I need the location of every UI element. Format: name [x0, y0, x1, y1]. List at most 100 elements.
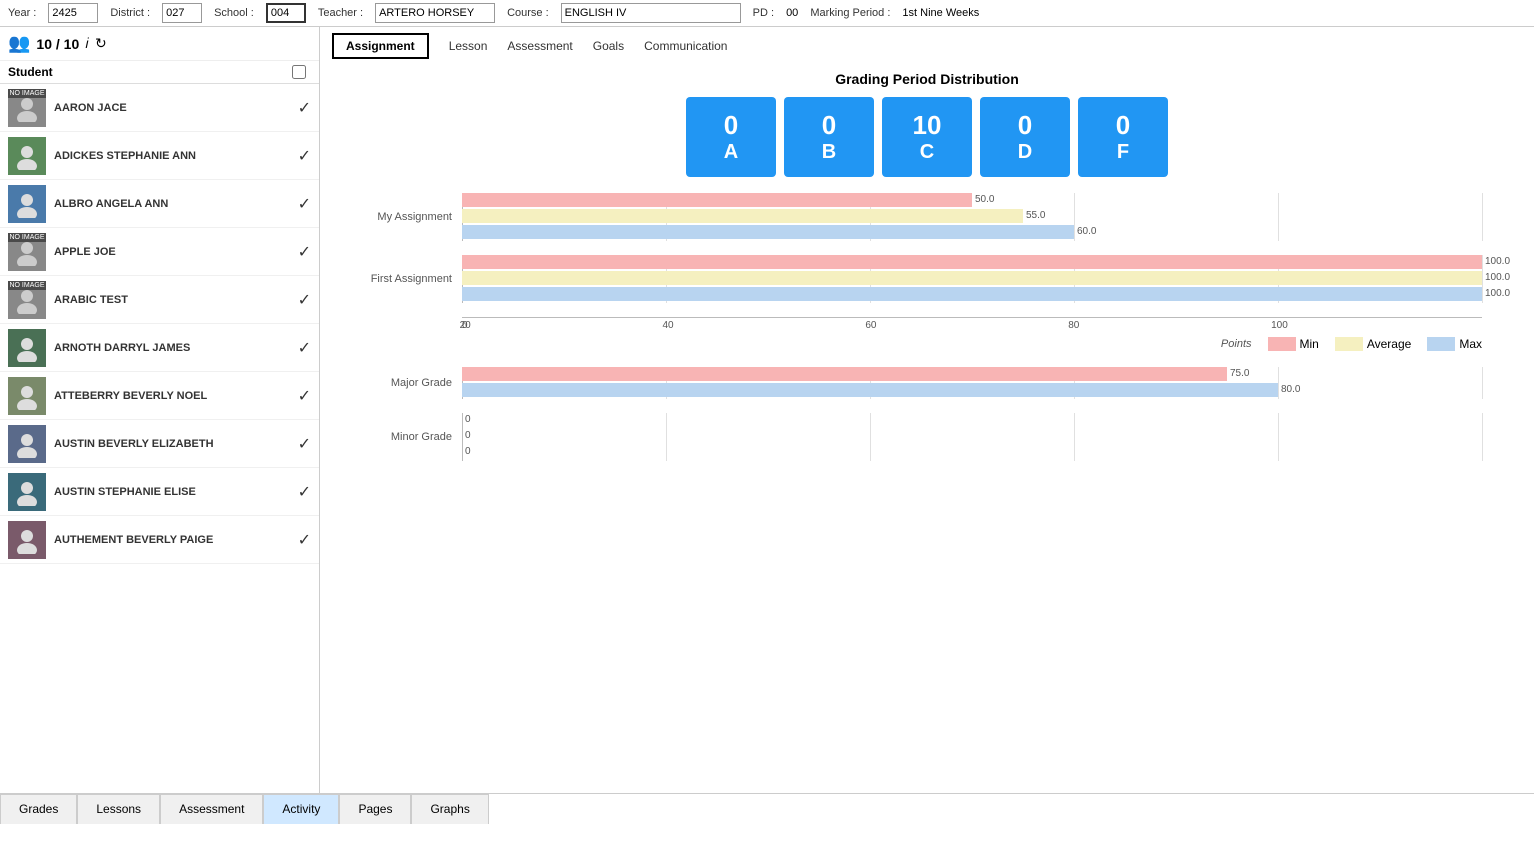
student-table-header: Student — [0, 61, 319, 84]
tab-assignment[interactable]: Assignment — [332, 33, 429, 59]
bar-row-min: 75.0 — [462, 367, 1482, 381]
bottom-tab-graphs[interactable]: Graphs — [411, 794, 488, 824]
student-name: AUTHEMENT BEVERLY PAIGE — [54, 534, 298, 546]
year-label: Year : — [8, 7, 36, 19]
student-checkmark: ✓ — [298, 482, 311, 502]
grade-letter: D — [1018, 141, 1032, 164]
x-tick: 100 — [1271, 318, 1482, 331]
student-name: ALBRO ANGELA ANN — [54, 198, 298, 210]
grade-box-c: 10C — [882, 97, 972, 177]
bar-row-max: 100.0 — [462, 287, 1482, 301]
main-content: 👥 10 / 10 𝑖 ↻ Student NO IMAGEAARON JACE… — [0, 27, 1534, 793]
avatar — [8, 329, 46, 367]
avatar: NO IMAGE — [8, 233, 46, 271]
tab-row: Assignment Lesson Assessment Goals Commu… — [332, 33, 1522, 59]
bar-value-avg: 0 — [462, 430, 471, 441]
student-row[interactable]: AUSTIN BEVERLY ELIZABETH✓ — [0, 420, 319, 468]
student-name: ARNOTH DARRYL JAMES — [54, 342, 298, 354]
student-row[interactable]: ALBRO ANGELA ANN✓ — [0, 180, 319, 228]
top-bar: Year : District : School : Teacher : Cou… — [0, 0, 1534, 27]
bar-group: Major Grade75.080.0 — [342, 367, 1482, 399]
student-checkmark: ✓ — [298, 146, 311, 166]
left-panel: 👥 10 / 10 𝑖 ↻ Student NO IMAGEAARON JACE… — [0, 27, 320, 793]
assignment-chart: My Assignment50.055.060.0First Assignmen… — [342, 193, 1482, 331]
select-all-checkbox[interactable] — [292, 65, 306, 79]
bar-avg — [462, 209, 1023, 223]
chart-y-label: First Assignment — [342, 273, 462, 285]
bottom-tab-pages[interactable]: Pages — [339, 794, 411, 824]
legend-avg: Average — [1335, 337, 1411, 351]
legend-min-color — [1268, 337, 1296, 351]
student-name: ATTEBERRY BEVERLY NOEL — [54, 390, 298, 402]
student-table: Student NO IMAGEAARON JACE✓ADICKES STEPH… — [0, 61, 319, 793]
student-row[interactable]: ARNOTH DARRYL JAMES✓ — [0, 324, 319, 372]
student-name: AUSTIN STEPHANIE ELISE — [54, 486, 298, 498]
grade-letter: C — [920, 141, 934, 164]
avatar — [8, 425, 46, 463]
bottom-tab-activity[interactable]: Activity — [263, 794, 339, 824]
refresh-icon[interactable]: ↻ — [95, 35, 107, 52]
teacher-input[interactable] — [375, 3, 495, 23]
marking-period-value: 1st Nine Weeks — [902, 7, 979, 19]
bar-value-avg: 55.0 — [1023, 210, 1045, 221]
bottom-tab-grades[interactable]: Grades — [0, 794, 77, 824]
summary-chart-section: Major Grade75.080.0Minor Grade000 — [342, 367, 1482, 475]
bottom-tab-lessons[interactable]: Lessons — [77, 794, 160, 824]
avatar — [8, 137, 46, 175]
grade-boxes: 0A0B10C0D0F — [332, 97, 1522, 177]
tab-assessment[interactable]: Assessment — [507, 39, 572, 53]
grading-period-section: Grading Period Distribution 0A0B10C0D0F — [332, 71, 1522, 193]
legend-min-label: Min — [1300, 337, 1319, 351]
chart-y-label: My Assignment — [342, 211, 462, 223]
student-checkmark: ✓ — [298, 530, 311, 550]
course-input[interactable] — [561, 3, 741, 23]
pd-value: 00 — [786, 7, 798, 19]
student-row[interactable]: ATTEBERRY BEVERLY NOEL✓ — [0, 372, 319, 420]
grade-box-d: 0D — [980, 97, 1070, 177]
legend-min: Min — [1268, 337, 1319, 351]
bar-max — [462, 383, 1278, 397]
bar-value-max: 80.0 — [1278, 384, 1300, 395]
student-row[interactable]: NO IMAGEAARON JACE✓ — [0, 84, 319, 132]
bar-value-max: 0 — [462, 446, 471, 457]
student-checkmark: ✓ — [298, 434, 311, 454]
student-checkmark: ✓ — [298, 242, 311, 262]
district-label: District : — [110, 7, 150, 19]
grade-count: 0 — [822, 110, 836, 141]
year-input[interactable] — [48, 3, 98, 23]
student-name: APPLE JOE — [54, 246, 298, 258]
tab-communication[interactable]: Communication — [644, 39, 727, 53]
tab-lesson[interactable]: Lesson — [449, 39, 488, 53]
tab-goals[interactable]: Goals — [593, 39, 624, 53]
bottom-tabs: Grades Lessons Assessment Activity Pages… — [0, 793, 1534, 823]
bar-row-min: 0 — [462, 413, 1482, 427]
bar-value-max: 60.0 — [1074, 226, 1096, 237]
x-tick: 40 — [662, 318, 873, 331]
student-row[interactable]: AUTHEMENT BEVERLY PAIGE✓ — [0, 516, 319, 564]
info-icon[interactable]: 𝑖 — [85, 35, 89, 52]
student-checkmark: ✓ — [298, 338, 311, 358]
bar-row-max: 0 — [462, 445, 1482, 459]
grade-box-f: 0F — [1078, 97, 1168, 177]
x-axis: 020406080100 — [462, 317, 1482, 331]
marking-period-label: Marking Period : — [810, 7, 890, 19]
student-row[interactable]: ADICKES STEPHANIE ANN✓ — [0, 132, 319, 180]
grid-line — [1482, 193, 1483, 241]
chart-legend: Points Min Average Max — [332, 337, 1482, 351]
legend-max: Max — [1427, 337, 1482, 351]
legend-label: Points — [1221, 338, 1252, 350]
school-input[interactable] — [266, 3, 306, 23]
pd-label: PD : — [753, 7, 774, 19]
district-input[interactable] — [162, 3, 202, 23]
student-name: AUSTIN BEVERLY ELIZABETH — [54, 438, 298, 450]
bottom-tab-assessment[interactable]: Assessment — [160, 794, 263, 824]
student-row[interactable]: NO IMAGE APPLE JOE✓ — [0, 228, 319, 276]
avatar — [8, 521, 46, 559]
bar-avg — [462, 271, 1482, 285]
bar-max — [462, 287, 1482, 301]
student-row[interactable]: NO IMAGEARABIC TEST✓ — [0, 276, 319, 324]
student-row[interactable]: AUSTIN STEPHANIE ELISE✓ — [0, 468, 319, 516]
student-checkmark: ✓ — [298, 194, 311, 214]
bars-area: 50.055.060.0 — [462, 193, 1482, 241]
bar-value-max: 100.0 — [1482, 288, 1510, 299]
